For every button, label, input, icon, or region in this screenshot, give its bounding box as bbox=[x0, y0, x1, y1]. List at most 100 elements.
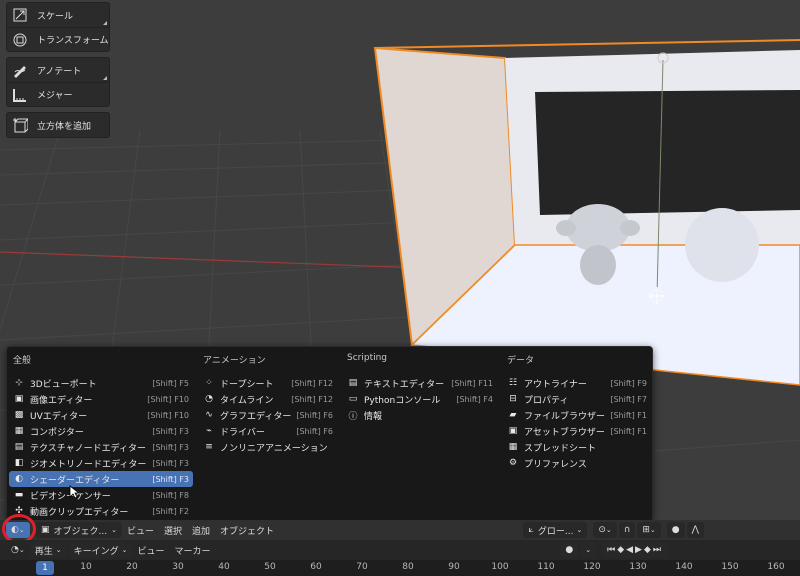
falloff-dropdown[interactable]: ⋀ bbox=[686, 522, 704, 538]
tool-add-cube[interactable]: 立方体を追加 bbox=[7, 113, 109, 137]
proportional-edit-toggle[interactable]: ● bbox=[666, 522, 685, 538]
tool-add-cube-label: 立方体を追加 bbox=[37, 121, 92, 132]
menu-item-properties[interactable]: ⊟ プロパティ [Shift] F7 bbox=[503, 391, 651, 407]
menu-item-shortcut: [Shift] F6 bbox=[296, 410, 333, 420]
chevron-down-icon: ⌄ bbox=[111, 526, 117, 534]
keying-label: キーイング bbox=[73, 546, 119, 557]
menu-item-label: 情報 bbox=[364, 411, 383, 422]
menu-item-graph-editor[interactable]: ∿ グラフエディター [Shift] F6 bbox=[199, 407, 337, 423]
menu-item-movie-clip-editor[interactable]: ✣ 動画クリップエディター [Shift] F2 bbox=[9, 503, 193, 519]
menu-select[interactable]: 選択 bbox=[159, 522, 187, 538]
menu-item-dope-sheet[interactable]: ⁘ ドープシート [Shift] F12 bbox=[199, 375, 337, 391]
nla-icon: ≡ bbox=[205, 442, 213, 452]
menu-item-geometry-node-editor[interactable]: ◧ ジオメトリノードエディター [Shift] F3 bbox=[9, 455, 193, 471]
menu-column-data: データ ☷ アウトライナー [Shift] F9 ⊟ プロパティ [Shift]… bbox=[503, 353, 651, 471]
tool-scale[interactable]: スケール bbox=[7, 3, 109, 27]
keying-menu[interactable]: キーイング ⌄ bbox=[68, 542, 133, 558]
menu-view[interactable]: ビュー bbox=[122, 522, 159, 538]
tool-annotate[interactable]: アノテート bbox=[7, 58, 109, 82]
timeline-ruler[interactable]: 1 10 20 30 40 50 60 70 80 90 100 110 120… bbox=[0, 560, 800, 576]
menu-item-shortcut: [Shift] F9 bbox=[610, 378, 647, 388]
menu-item-label: プリファレンス bbox=[524, 459, 587, 470]
timeline-marker-menu[interactable]: マーカー bbox=[170, 542, 216, 558]
menu-item-python-console[interactable]: ▭ Pythonコンソール [Shift] F4 bbox=[343, 391, 497, 407]
menu-item-asset-browser[interactable]: ▣ アセットブラウザー [Shift] F1 bbox=[503, 423, 651, 439]
menu-item-label: コンポジター bbox=[30, 427, 84, 438]
pivot-point-dropdown[interactable]: ⊙ ⌄ bbox=[593, 522, 617, 538]
menu-item-label: ドープシート bbox=[220, 379, 274, 390]
menu-item-nla[interactable]: ≡ ノンリニアアニメーション bbox=[199, 439, 337, 455]
frame-tick: 20 bbox=[126, 562, 138, 572]
menu-column-general: 全般 ⊹ 3Dビューポート [Shift] F5 ▣ 画像エディター [Shif… bbox=[9, 353, 193, 519]
menu-item-label: シェーダーエディター bbox=[30, 475, 120, 486]
mouse-cursor-icon bbox=[69, 485, 79, 499]
transform-orientation-dropdown[interactable]: ⟀ グロー... ⌄ bbox=[523, 522, 588, 538]
tool-transform[interactable]: トランスフォーム bbox=[7, 27, 109, 51]
menu-item-label: テクスチャノードエディター bbox=[30, 443, 147, 454]
record-button[interactable]: ● bbox=[560, 542, 579, 558]
outliner-icon: ☷ bbox=[508, 378, 518, 388]
menu-item-compositor[interactable]: ▦ コンポジター [Shift] F3 bbox=[9, 423, 193, 439]
corner-marker bbox=[103, 21, 107, 25]
current-frame-indicator[interactable]: 1 bbox=[36, 561, 54, 575]
menu-item-drivers[interactable]: ⌁ ドライバー [Shift] F6 bbox=[199, 423, 337, 439]
menu-column-animation: アニメーション ⁘ ドープシート [Shift] F12 ◔ タイムライン [S… bbox=[199, 353, 337, 455]
chevron-down-icon: ⌄ bbox=[649, 526, 656, 534]
tool-transform-label: トランスフォーム bbox=[37, 36, 109, 46]
menu-item-file-browser[interactable]: ▰ ファイルブラウザー [Shift] F1 bbox=[503, 407, 651, 423]
menu-item-text-editor[interactable]: ▤ テキストエディター [Shift] F11 bbox=[343, 375, 497, 391]
menu-item-label: ドライバー bbox=[220, 427, 265, 438]
timeline-editor-type[interactable]: ◔ ⌄ bbox=[6, 542, 30, 558]
mode-dropdown[interactable]: ▣ オブジェク... ⌄ bbox=[36, 522, 122, 538]
menu-item-shortcut: [Shift] F2 bbox=[152, 506, 189, 516]
snap-target-dropdown[interactable]: ⊞ ⌄ bbox=[637, 522, 661, 538]
chevron-down-icon: ⌄ bbox=[585, 546, 592, 554]
column-title: データ bbox=[507, 356, 535, 366]
timeline-view-menu[interactable]: ビュー bbox=[133, 542, 170, 558]
playback-menu[interactable]: 再生 ⌄ bbox=[29, 542, 67, 558]
menu-item-3d-viewport[interactable]: ⊹ 3Dビューポート [Shift] F5 bbox=[9, 375, 193, 391]
menu-item-spreadsheet[interactable]: ▦ スプレッドシート bbox=[503, 439, 651, 455]
tool-scale-label: スケール bbox=[37, 11, 74, 22]
tool-measure[interactable]: メジャー bbox=[7, 82, 109, 106]
menu-item-texture-node-editor[interactable]: ▤ テクスチャノードエディター [Shift] F3 bbox=[9, 439, 193, 455]
menu-add[interactable]: 追加 bbox=[187, 522, 215, 538]
console-icon: ▭ bbox=[348, 394, 358, 404]
pencil-icon bbox=[11, 61, 29, 79]
menu-item-outliner[interactable]: ☷ アウトライナー [Shift] F9 bbox=[503, 375, 651, 391]
prev-keyframe-icon: ◆ bbox=[617, 545, 627, 555]
menu-item-label: ノンリニアアニメーション bbox=[220, 443, 328, 454]
menu-item-label: タイムライン bbox=[220, 395, 274, 406]
menu-item-shader-editor[interactable]: ◐ シェーダーエディター [Shift] F3 bbox=[9, 471, 193, 487]
tool-group-add: 立方体を追加 bbox=[6, 112, 110, 138]
menu-item-uv-editor[interactable]: ▩ UVエディター [Shift] F10 bbox=[9, 407, 193, 423]
snap-toggle[interactable]: ∩ bbox=[618, 522, 636, 538]
frame-tick: 130 bbox=[629, 562, 647, 572]
menu-item-label: UVエディター bbox=[30, 411, 88, 422]
menu-item-timeline[interactable]: ◔ タイムライン [Shift] F12 bbox=[199, 391, 337, 407]
menu-item-shortcut: [Shift] F5 bbox=[152, 378, 189, 388]
keyframe-type-dropdown[interactable]: ⌄ bbox=[580, 542, 597, 558]
menu-item-label: グラフエディター bbox=[220, 411, 292, 422]
menu-object[interactable]: オブジェクト bbox=[215, 522, 279, 538]
transform-icon bbox=[11, 31, 29, 49]
menu-item-image-editor[interactable]: ▣ 画像エディター [Shift] F10 bbox=[9, 391, 193, 407]
menu-item-preferences[interactable]: ⚙ プリファレンス bbox=[503, 455, 651, 471]
menu-item-video-sequencer[interactable]: ▬ ビデオシーケンサー [Shift] F8 bbox=[9, 487, 193, 503]
graph-icon: ∿ bbox=[205, 410, 213, 420]
asset-icon: ▣ bbox=[508, 426, 518, 436]
menu-item-info[interactable]: ⓘ 情報 bbox=[343, 407, 497, 423]
3d-viewport[interactable]: スケール トランスフォーム アノテート メジャー 立方体を追加 全般 ⊹ 3Dビ… bbox=[0, 0, 800, 520]
jump-end-icon: ⏭ bbox=[652, 545, 663, 555]
menu-item-label: Pythonコンソール bbox=[364, 395, 441, 406]
folder-icon: ▰ bbox=[509, 410, 517, 420]
playback-controls[interactable]: ⏮ ◆ ◀ ▶ ◆ ⏭ bbox=[602, 542, 668, 558]
menu-item-shortcut: [Shift] F8 bbox=[152, 490, 189, 500]
playback-label: 再生 bbox=[34, 546, 53, 557]
next-keyframe-icon: ◆ bbox=[643, 545, 653, 555]
viewport-header: ◐ ⌄ ▣ オブジェク... ⌄ ビュー 選択 追加 オブジェクト ⟀ グロー..… bbox=[0, 520, 800, 540]
menu-item-shortcut: [Shift] F12 bbox=[291, 394, 333, 404]
menu-item-label: アセットブラウザー bbox=[524, 427, 605, 438]
menu-item-label: スプレッドシート bbox=[524, 443, 597, 454]
menu-item-label: ジオメトリノードエディター bbox=[30, 459, 147, 470]
